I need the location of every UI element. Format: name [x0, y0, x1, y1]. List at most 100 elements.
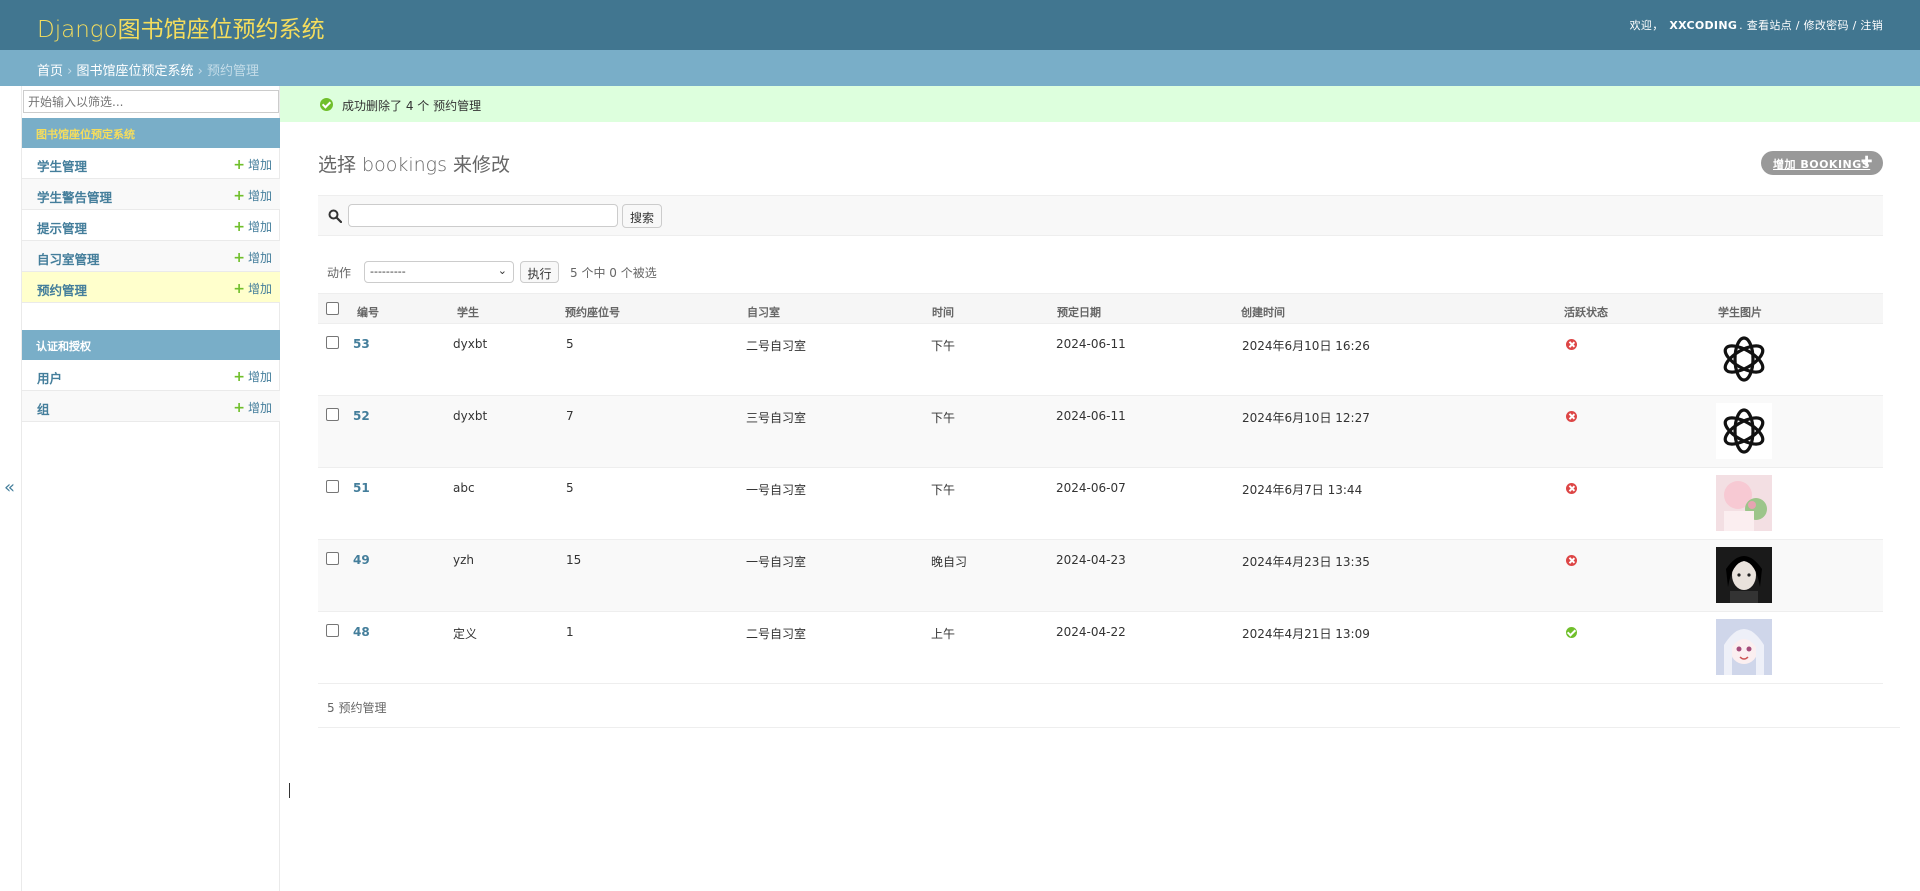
date-cell: 2024-04-23	[1056, 553, 1126, 567]
date-cell: 2024-06-11	[1056, 409, 1126, 423]
row-checkbox[interactable]	[326, 552, 339, 565]
room-cell: 一号自习室	[746, 555, 807, 569]
table-header: 编号 学生 预约座位号 自习室 时间 预定日期 创建时间 活跃状态 学生图片	[318, 293, 1883, 324]
student-image	[1716, 403, 1772, 459]
add-label: 增加	[247, 370, 272, 384]
add-link[interactable]: + 增加	[233, 187, 272, 204]
add-link[interactable]: + 增加	[233, 368, 272, 385]
search-toolbar: 搜索	[318, 195, 1883, 236]
created-cell: 2024年6月10日 12:27	[1242, 411, 1370, 425]
created-cell: 2024年4月23日 13:35	[1242, 555, 1370, 569]
add-bookings-label: 增加 BOOKINGS	[1773, 158, 1871, 171]
created-cell: 2024年6月10日 16:26	[1242, 339, 1370, 353]
row-checkbox[interactable]	[326, 408, 339, 421]
add-label: 增加	[247, 401, 272, 415]
add-label: 增加	[247, 158, 272, 172]
chevron-down-icon: ⌄	[497, 264, 507, 277]
seat-cell: 1	[566, 625, 574, 639]
time-cell: 上午	[931, 627, 956, 641]
column-header[interactable]: 预定日期	[1057, 304, 1101, 320]
breadcrumb-separator: ›	[197, 64, 203, 79]
student-cell: dyxbt	[453, 337, 488, 351]
site-branding[interactable]: Django图书馆座位预约系统	[37, 10, 325, 44]
column-header[interactable]: 学生	[457, 304, 479, 320]
logout-link[interactable]: 注销	[1860, 19, 1883, 32]
column-header[interactable]: 自习室	[747, 304, 780, 320]
add-link[interactable]: + 增加	[233, 249, 272, 266]
model-link[interactable]: 用户	[37, 368, 62, 387]
row-checkbox[interactable]	[326, 624, 339, 637]
row-checkbox[interactable]	[326, 480, 339, 493]
view-site-link[interactable]: 查看站点	[1747, 19, 1792, 32]
seat-cell: 5	[566, 337, 574, 351]
model-link[interactable]: 学生警告管理	[37, 187, 112, 206]
add-label: 增加	[247, 189, 272, 203]
column-header[interactable]: 创建时间	[1241, 304, 1285, 320]
breadcrumb-home[interactable]: 首页	[37, 64, 63, 79]
booking-id-link[interactable]: 53	[353, 337, 370, 351]
model-link[interactable]: 预约管理	[37, 280, 87, 299]
module-caption[interactable]: 图书馆座位预定系统	[22, 118, 280, 148]
column-header[interactable]: 编号	[357, 304, 379, 320]
booking-id-link[interactable]: 48	[353, 625, 370, 639]
success-icon	[320, 98, 333, 111]
model-link[interactable]: 学生管理	[37, 156, 87, 175]
model-link[interactable]: 组	[37, 399, 50, 418]
plus-icon: ✚	[1860, 154, 1873, 170]
student-image	[1716, 331, 1772, 387]
active-no-icon	[1566, 555, 1577, 566]
booking-id-link[interactable]: 51	[353, 481, 370, 495]
breadcrumb-app[interactable]: 图书馆座位预定系统	[77, 64, 194, 79]
seat-cell: 7	[566, 409, 574, 423]
row-checkbox[interactable]	[326, 336, 339, 349]
username: XXCODING	[1669, 19, 1738, 32]
table-row: 52 dyxbt 7 三号自习室 下午 2024-06-11 2024年6月10日 12:2…	[318, 396, 1883, 468]
toggle-sidebar-button[interactable]: «	[4, 477, 15, 498]
plus-icon: +	[233, 157, 245, 173]
add-bookings-button[interactable]: 增加 BOOKINGS ✚	[1761, 151, 1883, 175]
add-link[interactable]: + 增加	[233, 156, 272, 173]
table-row: 49 yzh 15 一号自习室 晚自习 2024-04-23 2024年4月23日 13:3…	[318, 540, 1883, 612]
user-tools: 欢迎， XXCODING. 查看站点 / 修改密码 / 注销	[1629, 19, 1883, 32]
change-password-link[interactable]: 修改密码	[1804, 19, 1849, 32]
app-module-auth: 认证和授权 用户 + 增加 组 + 增加	[22, 330, 280, 422]
booking-id-link[interactable]: 52	[353, 409, 370, 423]
search-button[interactable]: 搜索	[622, 204, 662, 228]
seat-cell: 15	[566, 553, 582, 567]
student-cell: 定义	[453, 627, 478, 641]
student-image	[1716, 475, 1772, 531]
student-cell: yzh	[453, 553, 475, 567]
breadcrumb-current: 预约管理	[207, 64, 260, 79]
student-image	[1716, 619, 1772, 675]
room-cell: 一号自习室	[746, 483, 807, 497]
student-cell: dyxbt	[453, 409, 488, 423]
success-text: 成功删除了 4 个 预约管理	[342, 99, 482, 113]
add-link[interactable]: + 增加	[233, 218, 272, 235]
search-input[interactable]	[348, 204, 618, 227]
time-cell: 下午	[931, 339, 956, 353]
action-counter: 5 个中 0 个被选	[570, 266, 657, 280]
seat-cell: 5	[566, 481, 574, 495]
room-cell: 二号自习室	[746, 339, 807, 353]
module-caption[interactable]: 认证和授权	[22, 330, 280, 360]
model-link[interactable]: 自习室管理	[37, 249, 100, 268]
select-all-checkbox[interactable]	[326, 302, 339, 315]
plus-icon: +	[233, 219, 245, 235]
add-link[interactable]: + 增加	[233, 280, 272, 297]
action-go-button[interactable]: 执行	[520, 261, 559, 283]
model-link[interactable]: 提示管理	[37, 218, 87, 237]
sidebar-item-study-rooms: 自习室管理 + 增加	[22, 241, 280, 272]
room-cell: 三号自习室	[746, 411, 807, 425]
text-cursor	[289, 783, 290, 798]
plus-icon: +	[233, 281, 245, 297]
table-row: 51 abc 5 一号自习室 下午 2024-06-07 2024年6月7日 13:44	[318, 468, 1883, 540]
paginator: 5 预约管理	[318, 687, 1900, 728]
column-header[interactable]: 活跃状态	[1564, 304, 1608, 320]
action-select[interactable]: --------- ⌄	[364, 261, 514, 283]
column-header[interactable]: 时间	[932, 304, 954, 320]
booking-id-link[interactable]: 49	[353, 553, 370, 567]
column-header[interactable]: 预约座位号	[565, 304, 620, 320]
nav-filter-input[interactable]	[23, 90, 279, 113]
header: Django图书馆座位预约系统 欢迎， XXCODING. 查看站点 / 修改密…	[0, 0, 1920, 50]
add-link[interactable]: + 增加	[233, 399, 272, 416]
